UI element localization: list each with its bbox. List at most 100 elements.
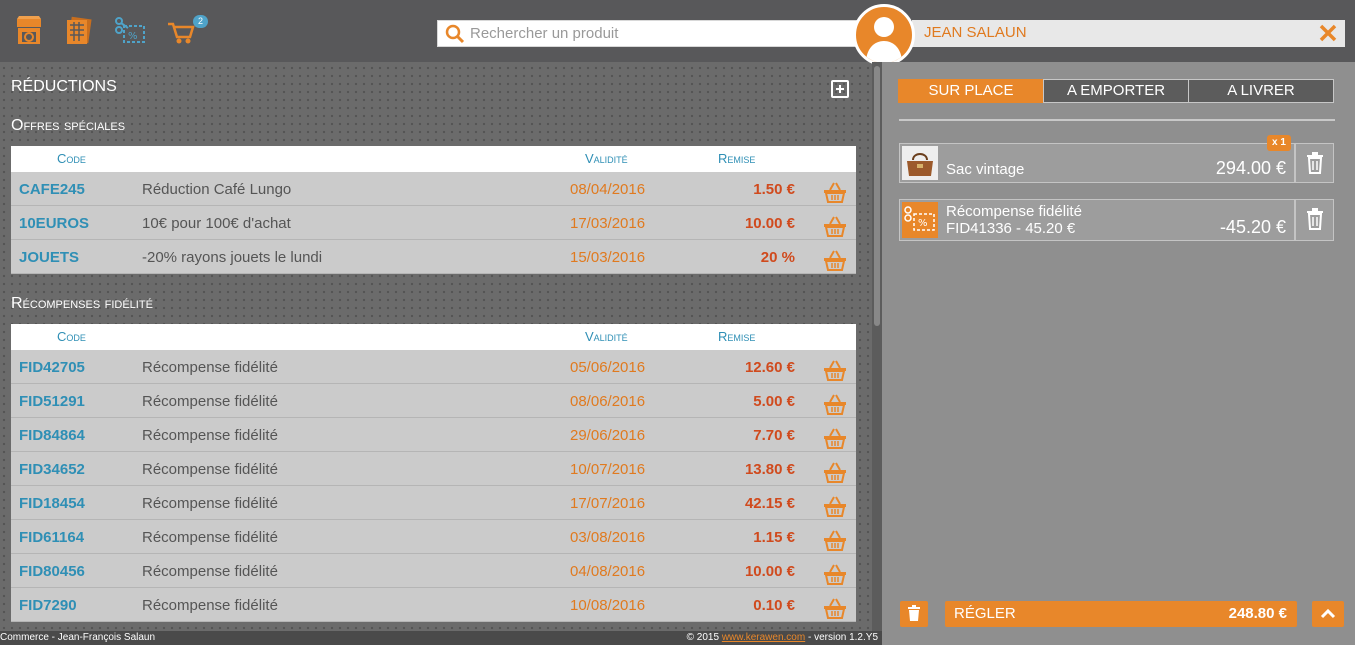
basket-icon[interactable]	[823, 495, 847, 517]
row-validity: 17/03/2016	[570, 215, 646, 232]
row-description: Récompense fidélité	[142, 461, 278, 478]
chevron-up-icon	[1320, 608, 1336, 619]
row-discount: 5.00 €	[753, 393, 795, 410]
close-icon[interactable]	[1317, 22, 1339, 44]
row-discount: 10.00 €	[744, 563, 795, 580]
bag-icon	[902, 146, 938, 180]
cart-item-price: -45.20 €	[1219, 217, 1286, 237]
clear-cart-button[interactable]	[900, 601, 928, 627]
basket-icon[interactable]	[823, 427, 847, 449]
row-discount: 7.70 €	[753, 427, 795, 444]
mode-tab-a-livrer[interactable]: A LIVRER	[1188, 79, 1334, 103]
row-description: Réduction Café Lungo	[142, 181, 292, 198]
table-header: Code Validité Remise	[11, 146, 856, 172]
cart-item[interactable]: Sac vintage 294.00 €	[899, 143, 1295, 183]
row-validity: 03/08/2016	[570, 529, 646, 546]
special-offers-table: Code Validité Remise CAFE245 Réduction Ca…	[11, 146, 856, 274]
cart-item-code: FID41336 - 45.20 €	[946, 220, 1076, 237]
table-row[interactable]: FID42705 Récompense fidélité 05/06/2016 12.…	[11, 350, 856, 384]
customer-name: JEAN SALAUN	[924, 24, 1027, 41]
discount-icon[interactable]: %	[114, 16, 145, 46]
footer-version-text: - version 1.2.Y5	[805, 632, 878, 643]
basket-icon[interactable]	[823, 393, 847, 415]
basket-icon[interactable]	[823, 249, 847, 271]
cart-item-loyalty[interactable]: % Récompense fidélité FID41336 - 45.20 €…	[899, 199, 1295, 241]
scrollbar-thumb[interactable]	[874, 66, 880, 326]
row-validity: 10/07/2016	[570, 461, 646, 478]
delete-item-button[interactable]	[1295, 143, 1334, 183]
basket-icon[interactable]	[823, 597, 847, 619]
order-mode-tabs: SUR PLACE A EMPORTER A LIVRER	[898, 79, 1334, 103]
footer-link[interactable]: www.kerawen.com	[722, 632, 805, 643]
catalog-icon[interactable]	[64, 16, 94, 46]
svg-text:%: %	[918, 218, 928, 229]
header-code: Code	[57, 151, 86, 166]
mode-tab-a-emporter[interactable]: A EMPORTER	[1043, 79, 1189, 103]
header-validity: Validité	[585, 329, 628, 344]
table-row[interactable]: FID80456 Récompense fidélité 04/08/2016 10.…	[11, 554, 856, 588]
row-validity: 10/08/2016	[570, 597, 646, 614]
header-discount: Remise	[718, 151, 756, 166]
search-box[interactable]	[437, 20, 860, 47]
customer-box[interactable]: JEAN SALAUN	[912, 20, 1345, 47]
row-validity: 05/06/2016	[570, 359, 646, 376]
basket-icon[interactable]	[823, 461, 847, 483]
table-row[interactable]: FID18454 Récompense fidélité 17/07/2016 42.…	[11, 486, 856, 520]
add-reduction-button[interactable]	[831, 80, 849, 98]
cart-item-price: 294.00 €	[1215, 158, 1286, 178]
header-discount: Remise	[718, 329, 756, 344]
discount-coupon-icon: %	[902, 202, 938, 238]
row-code: FID34652	[19, 461, 85, 478]
mode-tab-sur-place[interactable]: SUR PLACE	[898, 79, 1044, 103]
table-row[interactable]: FID51291 Récompense fidélité 08/06/2016 5.0…	[11, 384, 856, 418]
expand-button[interactable]	[1312, 601, 1344, 627]
basket-icon[interactable]	[823, 359, 847, 381]
row-description: Récompense fidélité	[142, 563, 278, 580]
avatar[interactable]	[853, 4, 915, 66]
basket-icon[interactable]	[823, 215, 847, 237]
header-code: Code	[57, 329, 86, 344]
row-description: Récompense fidélité	[142, 359, 278, 376]
row-description: 10€ pour 100€ d'achat	[142, 215, 291, 232]
delete-item-button[interactable]	[1295, 199, 1334, 241]
row-validity: 08/06/2016	[570, 393, 646, 410]
table-row[interactable]: FID7290 Récompense fidélité 10/08/2016 0.10…	[11, 588, 856, 622]
pay-label: RÉGLER	[954, 605, 1016, 622]
row-discount: 42.15 €	[744, 495, 795, 512]
cart-item-name: Sac vintage	[946, 161, 1025, 178]
table-row[interactable]: FID34652 Récompense fidélité 10/07/2016 13.…	[11, 452, 856, 486]
pay-button[interactable]: RÉGLER 248.80 €	[945, 601, 1297, 627]
row-code: 10EUROS	[19, 215, 90, 232]
row-description: Récompense fidélité	[142, 495, 278, 512]
table-row[interactable]: CAFE245 Réduction Café Lungo 08/04/2016 1.5…	[11, 172, 856, 206]
trash-icon	[1307, 152, 1323, 174]
table-row[interactable]: 10EUROS 10€ pour 100€ d'achat 17/03/2016 10…	[11, 206, 856, 240]
header-validity: Validité	[585, 151, 628, 166]
row-validity: 29/06/2016	[570, 427, 646, 444]
search-input[interactable]	[470, 21, 850, 46]
row-discount: 20 %	[760, 249, 795, 266]
cart-badge: 2	[193, 15, 208, 28]
row-code: FID61164	[19, 529, 85, 546]
row-code: FID51291	[19, 393, 85, 410]
table-row[interactable]: FID84864 Récompense fidélité 29/06/2016 7.7…	[11, 418, 856, 452]
basket-icon[interactable]	[823, 563, 847, 585]
row-code: CAFE245	[19, 181, 85, 198]
cart-item-name: Récompense fidélité	[946, 203, 1082, 220]
row-code: FID7290	[19, 597, 77, 614]
row-discount: 13.80 €	[744, 461, 795, 478]
basket-icon[interactable]	[823, 529, 847, 551]
table-row[interactable]: JOUETS -20% rayons jouets le lundi 15/03/2…	[11, 240, 856, 274]
row-description: Récompense fidélité	[142, 529, 278, 546]
search-icon	[445, 24, 465, 49]
shop-icon[interactable]	[15, 16, 45, 46]
svg-text:%: %	[128, 31, 138, 42]
trash-icon	[908, 605, 920, 621]
loyalty-table: Code Validité Remise FID42705 Récompense …	[11, 324, 856, 622]
footer-owner: Commerce - Jean-François Salaun	[0, 632, 156, 643]
table-row[interactable]: FID61164 Récompense fidélité 03/08/2016 1.1…	[11, 520, 856, 554]
basket-icon[interactable]	[823, 181, 847, 203]
footer-version: © 2015 www.kerawen.com - version 1.2.Y5	[687, 632, 878, 643]
quantity-badge: x 1	[1267, 135, 1291, 151]
row-code: JOUETS	[19, 249, 80, 266]
